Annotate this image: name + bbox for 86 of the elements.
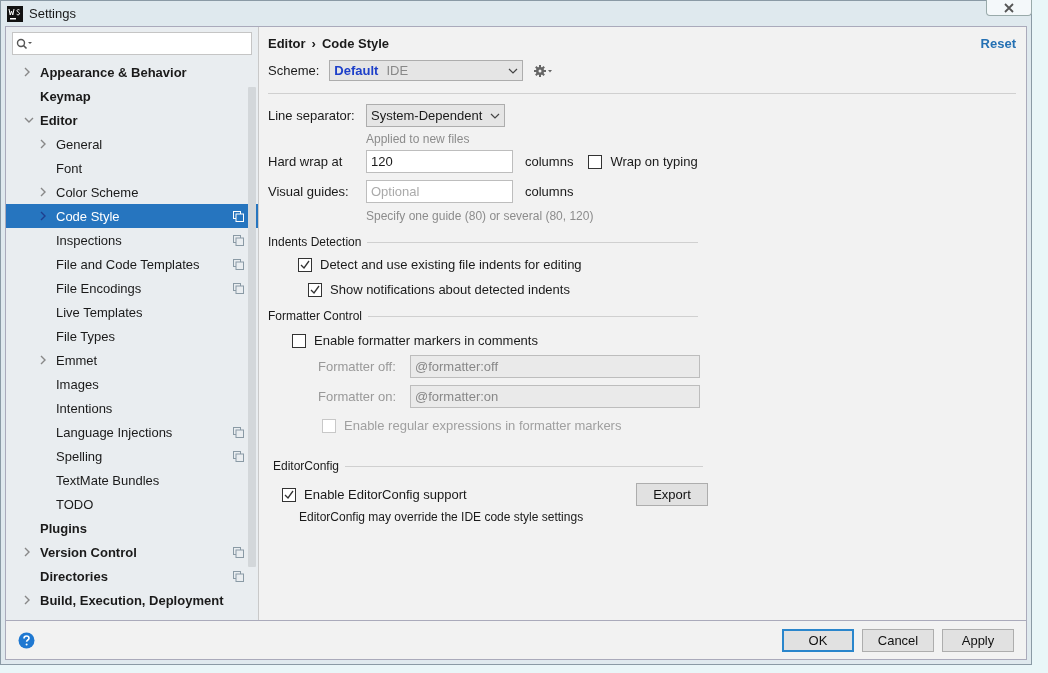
app-logo-icon [7,5,23,22]
wrap-on-typing-checkbox[interactable]: Wrap on typing [588,154,698,169]
hard-wrap-label: Hard wrap at [268,154,344,169]
close-button[interactable] [986,0,1032,16]
tree-item[interactable]: Code Style [6,204,258,228]
chevron-right-icon[interactable] [40,139,46,149]
close-icon [1003,2,1015,13]
tree-item[interactable]: Directories [6,564,258,588]
field-label: Formatter off: [318,359,397,374]
checkbox[interactable] [588,154,603,169]
tree-item[interactable]: File and Code Templates [6,252,258,276]
copy-icon [233,234,244,246]
copy-icon [233,282,244,294]
tree-item[interactable]: General [6,132,258,156]
export-button[interactable]: Export [636,483,708,506]
tree-item[interactable]: Intentions [6,396,258,420]
chevron-right-icon[interactable] [40,187,46,197]
checkbox[interactable] [298,257,312,272]
window-title: Settings [29,6,76,21]
tree-item[interactable]: Inspections [6,228,258,252]
option-checkbox[interactable]: Enable EditorConfig support [282,487,467,502]
chevron-down-icon[interactable] [24,117,34,123]
dialog-button[interactable]: Cancel [862,628,934,652]
checkbox[interactable] [292,333,306,348]
tree-item[interactable]: File Encodings [6,276,258,300]
hard-wrap-field[interactable]: 120 [366,150,513,173]
tree-item[interactable]: Keymap [6,84,258,108]
unit-text: columns [525,184,574,199]
search-icon [16,37,32,50]
tree-item[interactable]: Spelling [6,444,258,468]
tree-item[interactable]: Color Scheme [6,180,258,204]
visual-guides-field[interactable]: Optional [366,180,513,203]
section-title: Indents Detection [268,235,362,249]
copy-icon [233,426,244,438]
chevron-right-icon[interactable] [24,595,30,605]
hint-text: Applied to new files [366,132,471,146]
option-checkbox[interactable]: Detect and use existing file indents for editing [298,257,1016,272]
note-text: EditorConfig may override the IDE code style settings [299,510,585,524]
chevron-right-icon[interactable] [40,211,46,221]
line-separator-dropdown[interactable]: System-Dependent [366,104,506,127]
chevron-down-icon [508,67,519,74]
line-separator-label: Line separator: [268,108,356,123]
visual-guides-label: Visual guides: [268,184,350,199]
copy-icon [233,546,244,558]
copy-icon [233,258,244,270]
checkbox[interactable] [308,282,322,297]
scheme-label: Scheme: [268,63,320,78]
chevron-right-icon[interactable] [24,67,30,77]
tree-item[interactable]: Emmet [6,348,258,372]
tree-item[interactable]: Plugins [6,516,258,540]
tree-item[interactable]: Appearance & Behavior [6,60,258,84]
search-field[interactable] [12,32,252,55]
tree-item[interactable]: TODO [6,492,258,516]
copy-icon [233,570,244,582]
copy-icon [233,210,244,222]
checkbox[interactable] [282,487,296,502]
gear-icon[interactable] [533,63,554,78]
tree-item[interactable]: Live Templates [6,300,258,324]
option-checkbox[interactable]: Show notifications about detected indents [308,282,1016,297]
scheme-dropdown[interactable]: Default IDE [329,60,524,81]
breadcrumb-text: Editor [268,36,306,51]
tree-item[interactable]: Version Control [6,540,258,564]
tree-item[interactable]: Images [6,372,258,396]
field-label: Formatter on: [318,389,398,404]
tree-item[interactable]: File Types [6,324,258,348]
breadcrumb-text: › [311,36,316,51]
help-icon[interactable] [18,631,35,649]
unit-text: columns [525,154,574,169]
chevron-right-icon[interactable] [40,355,46,365]
tree-item[interactable]: Language Injections [6,420,258,444]
tree-item[interactable]: Build, Execution, Deployment [6,588,258,612]
reset-link[interactable]: Reset [980,36,1016,51]
dialog-button[interactable]: OK [782,628,854,652]
section-title: EditorConfig [273,459,340,473]
tree-item[interactable]: Font [6,156,258,180]
tree-item[interactable]: Editor [6,108,258,132]
copy-icon [233,450,244,462]
chevron-right-icon[interactable] [24,547,30,557]
section-title: Formatter Control [268,309,363,323]
scrollbar[interactable] [248,87,256,567]
dialog-button[interactable]: Apply [942,628,1014,652]
hint-text: Specify one guide (80) or several (80, 120) [366,209,595,223]
option-checkbox[interactable]: Enable formatter markers in comments [292,333,1016,348]
breadcrumb-text: Code Style [321,36,390,51]
chevron-down-icon [490,112,501,119]
tree-item[interactable]: TextMate Bundles [6,468,258,492]
